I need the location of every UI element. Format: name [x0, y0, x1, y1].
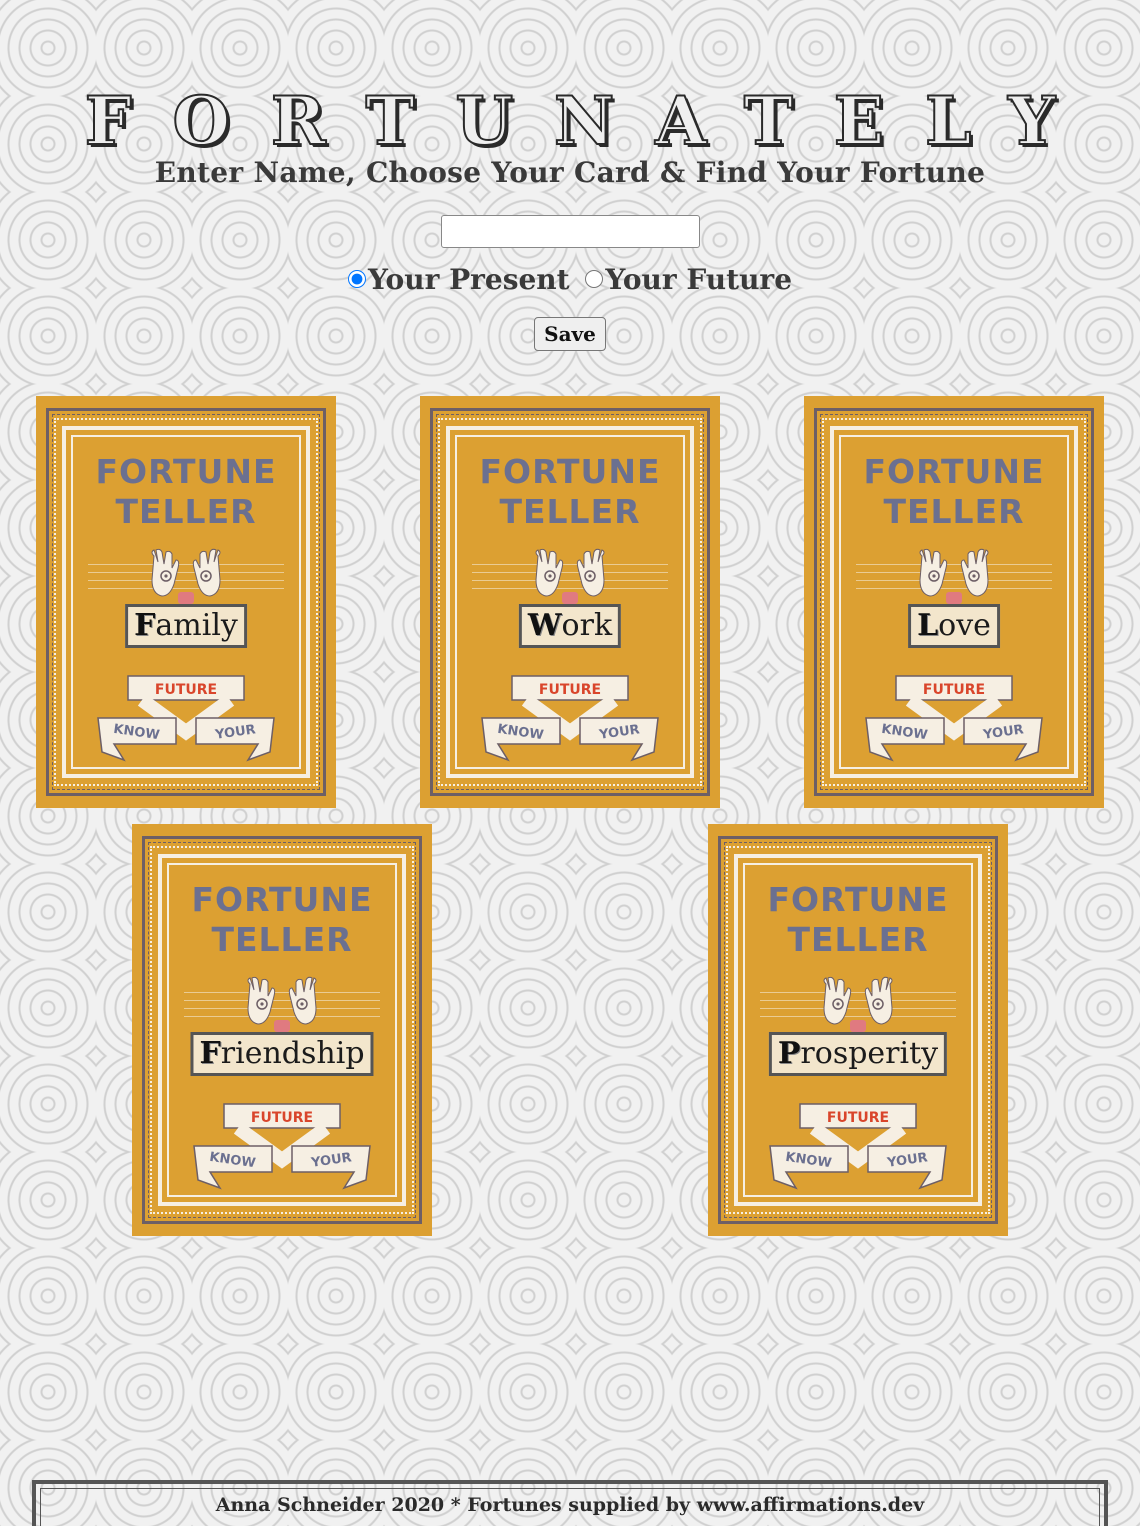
banner-top-text: FUTURE	[827, 1110, 889, 1126]
card-heading: FORTUNE TELLER	[132, 880, 432, 960]
ribbon-banner-icon: FUTURE KNOW YOUR	[97, 675, 275, 762]
card-category-rest: riendship	[220, 1036, 365, 1071]
present-radio[interactable]	[347, 270, 366, 288]
page-title: FORTUNATELY	[84, 81, 1097, 161]
fortune-card[interactable]: FORTUNE TELLER Prosperity FUTURE KNOW YO…	[708, 824, 1008, 1236]
fortune-card[interactable]: FORTUNE TELLER Work FUTURE KNOW YOUR	[420, 396, 720, 808]
card-category-initial: F	[134, 608, 156, 643]
card-heading: FORTUNE TELLER	[804, 452, 1104, 532]
card-heading: FORTUNE TELLER	[708, 880, 1008, 960]
ribbon-banner-icon: FUTURE KNOW YOUR	[769, 1103, 947, 1190]
future-radio[interactable]	[585, 270, 604, 288]
ribbon-banner-icon: FUTURE KNOW YOUR	[865, 675, 1043, 762]
card-category-rest: rosperity	[800, 1036, 939, 1071]
card-heading: FORTUNE TELLER	[36, 452, 336, 532]
option-present[interactable]: Your Present	[347, 262, 570, 296]
card-category-label: Love	[908, 604, 1000, 648]
card-category-initial: W	[527, 608, 562, 643]
palm-hands-icon	[823, 976, 893, 1032]
fortune-type-options: Your Present Your Future	[0, 262, 1140, 296]
palm-hands-icon	[247, 976, 317, 1032]
card-category-label: Work	[518, 604, 622, 648]
card-heading-line2: TELLER	[787, 920, 929, 959]
card-category-rest: amily	[155, 608, 238, 643]
card-heading: FORTUNE TELLER	[420, 452, 720, 532]
footer: Anna Schneider 2020 * Fortunes supplied …	[32, 1480, 1108, 1526]
card-heading-line1: FORTUNE	[863, 452, 1045, 491]
fortune-card[interactable]: FORTUNE TELLER Love FUTURE KNOW YOUR	[804, 396, 1104, 808]
card-category-initial: P	[777, 1036, 801, 1071]
fortune-card[interactable]: FORTUNE TELLER Family FUTURE KNOW YOUR	[36, 396, 336, 808]
banner-top-text: FUTURE	[155, 682, 217, 698]
fortune-card[interactable]: FORTUNE TELLER Friendship FUTURE KNOW YO…	[132, 824, 432, 1236]
card-heading-line1: FORTUNE	[767, 880, 949, 919]
banner-top-text: FUTURE	[539, 682, 601, 698]
card-heading-line2: TELLER	[883, 492, 1025, 531]
ribbon-banner-icon: FUTURE KNOW YOUR	[193, 1103, 371, 1190]
footer-inner-border	[40, 1488, 1100, 1526]
palm-hands-icon	[151, 548, 221, 604]
card-category-label: Friendship	[190, 1032, 374, 1076]
card-category-rest: ork	[561, 608, 613, 643]
card-heading-line2: TELLER	[211, 920, 353, 959]
card-category-initial: L	[917, 608, 939, 643]
card-heading-line1: FORTUNE	[191, 880, 373, 919]
banner-top-text: FUTURE	[923, 682, 985, 698]
ribbon-banner-icon: FUTURE KNOW YOUR	[481, 675, 659, 762]
card-heading-line2: TELLER	[115, 492, 257, 531]
present-label: Your Present	[367, 262, 570, 296]
page-subtitle: Enter Name, Choose Your Card & Find Your…	[154, 156, 986, 189]
banner-top-text: FUTURE	[251, 1110, 313, 1126]
card-category-label: Family	[125, 604, 247, 648]
future-label: Your Future	[605, 262, 793, 296]
palm-hands-icon	[919, 548, 989, 604]
option-future[interactable]: Your Future	[585, 263, 792, 296]
card-heading-line1: FORTUNE	[95, 452, 277, 491]
card-category-initial: F	[199, 1036, 221, 1071]
save-button[interactable]: Save	[534, 317, 606, 351]
card-heading-line2: TELLER	[499, 492, 641, 531]
card-category-rest: ove	[938, 608, 991, 643]
card-heading-line1: FORTUNE	[479, 452, 661, 491]
palm-hands-icon	[535, 548, 605, 604]
name-input[interactable]	[441, 215, 700, 248]
card-category-label: Prosperity	[768, 1032, 948, 1076]
